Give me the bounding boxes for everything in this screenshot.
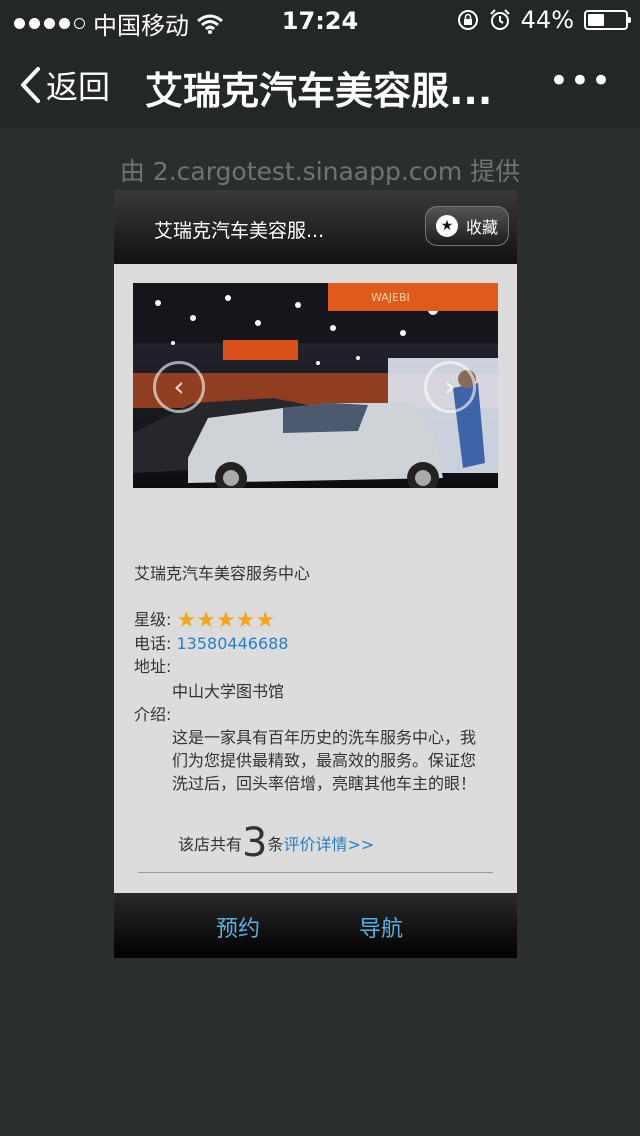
carousel-prev-button[interactable]: ‹ — [153, 361, 205, 413]
rating-label: 星级: — [134, 610, 172, 629]
review-details-link[interactable]: 评价详情>> — [283, 835, 374, 854]
page-title: 艾瑞克汽车美容服... — [145, 69, 493, 113]
favorite-button[interactable]: ★ 收藏 — [425, 206, 509, 246]
review-count: 3 — [242, 820, 268, 866]
nav-bar: 返回 艾瑞克汽车美容服... ••• — [0, 40, 640, 128]
alarm-icon — [489, 9, 510, 30]
shop-sign-text: WAJEBI — [371, 291, 410, 304]
star-icon: ★ — [435, 215, 458, 237]
review-summary: 该店共有3条评价详情>> — [178, 820, 374, 866]
status-bar: 中国移动 17:24 44% — [0, 0, 640, 40]
intro-label: 介绍: — [134, 705, 172, 724]
address-label: 地址: — [134, 657, 172, 676]
shop-card: 艾瑞克汽车美容服... ★ 收藏 WAJEBI ‹ › 艾瑞克汽车美容服务中心 … — [114, 190, 517, 958]
provider-notice: 由 2.cargotest.sinaapp.com 提供 — [119, 157, 521, 186]
phone-row: 电话: 13580446688 — [134, 632, 504, 655]
shop-name: 艾瑞克汽车美容服务中心 — [134, 564, 311, 583]
card-title: 艾瑞克汽车美容服... — [154, 220, 325, 242]
back-label: 返回 — [46, 68, 111, 106]
phone-label: 电话: — [134, 634, 172, 653]
battery-icon — [584, 10, 631, 30]
review-suffix: 条 — [267, 835, 284, 854]
more-options-button[interactable]: ••• — [549, 64, 612, 98]
phone-link[interactable]: 13580446688 — [177, 634, 289, 653]
shop-photo-carousel[interactable]: WAJEBI ‹ › — [133, 283, 498, 488]
rotation-lock-icon — [457, 10, 478, 30]
favorite-label: 收藏 — [465, 218, 498, 237]
review-prefix: 该店共有 — [178, 835, 243, 854]
divider — [138, 872, 493, 873]
carousel-next-button[interactable]: › — [424, 361, 476, 413]
rating-row: 星级: ★★★★★ — [134, 608, 504, 632]
battery-percent: 44% — [520, 6, 574, 34]
card-header: 艾瑞克汽车美容服... ★ 收藏 — [114, 190, 517, 264]
back-button[interactable]: 返回 — [18, 62, 110, 108]
address-value: 中山大学图书馆 — [172, 682, 285, 701]
chevron-left-icon — [21, 67, 40, 103]
intro-text: 这是一家具有百年历史的洗车服务中心，我们为您提供最精致，最高效的服务。保证您洗过… — [172, 728, 477, 793]
star-rating-icon: ★★★★★ — [176, 608, 276, 633]
shop-info: 艾瑞克汽车美容服务中心 星级: ★★★★★ 电话: 13580446688 地址… — [134, 562, 504, 795]
book-button[interactable]: 预约 — [216, 911, 260, 943]
card-footer: 预约 导航 — [114, 893, 517, 958]
navigate-button[interactable]: 导航 — [359, 911, 403, 943]
